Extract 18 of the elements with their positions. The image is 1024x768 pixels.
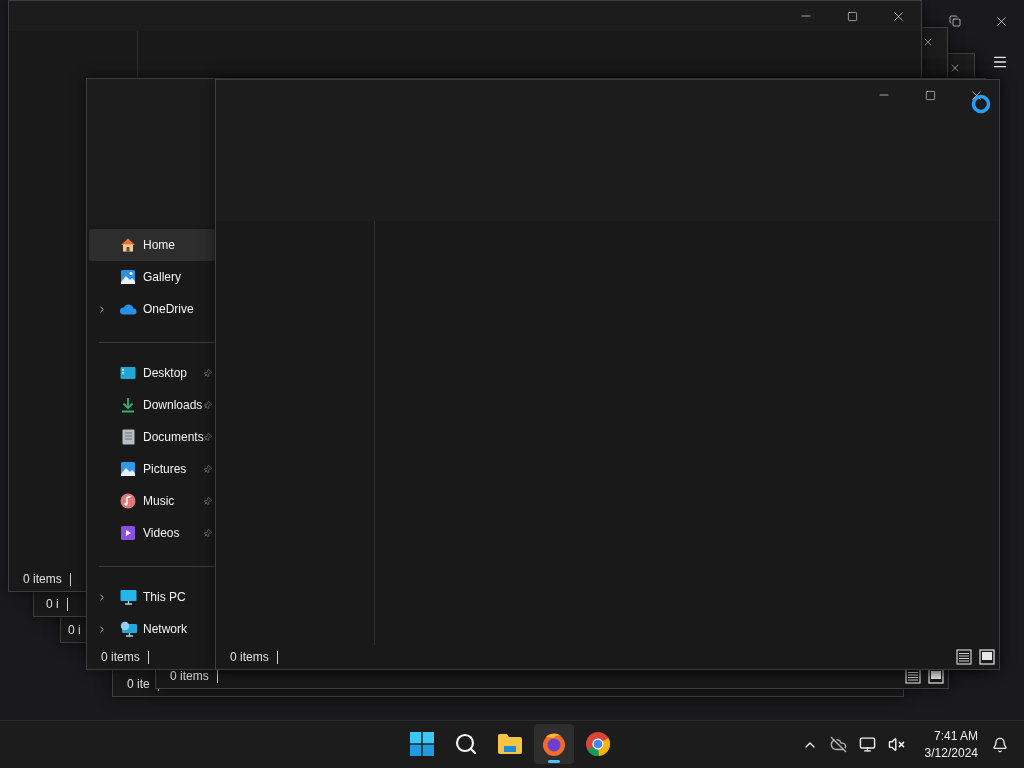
sidebar-item[interactable]: Gallery: [89, 261, 216, 293]
sidebar-item[interactable]: Network: [89, 613, 216, 645]
clock-button[interactable]: 7:41 AM 3/12/2024: [924, 727, 978, 762]
sidebar-item[interactable]: Pictures: [89, 453, 216, 485]
sidebar-item[interactable]: Music: [89, 485, 216, 517]
status-text: 0 items: [101, 650, 149, 664]
sidebar-item[interactable]: This PC: [89, 581, 216, 613]
time-text: 7:41 AM: [933, 727, 978, 745]
sidebar-item[interactable]: OneDrive: [89, 293, 216, 325]
date-text: 3/12/2024: [924, 744, 978, 762]
status-text: 0 items: [230, 650, 278, 664]
status-text: 0 items: [23, 572, 71, 586]
sidebar-item[interactable]: Documents: [89, 421, 216, 453]
sidebar-item[interactable]: Videos: [89, 517, 216, 549]
sidebar-item[interactable]: Desktop: [89, 357, 216, 389]
sidebar-item[interactable]: Downloads: [89, 389, 216, 421]
status-text: 0 i: [46, 597, 68, 611]
sidebar-item[interactable]: Home: [89, 229, 216, 261]
